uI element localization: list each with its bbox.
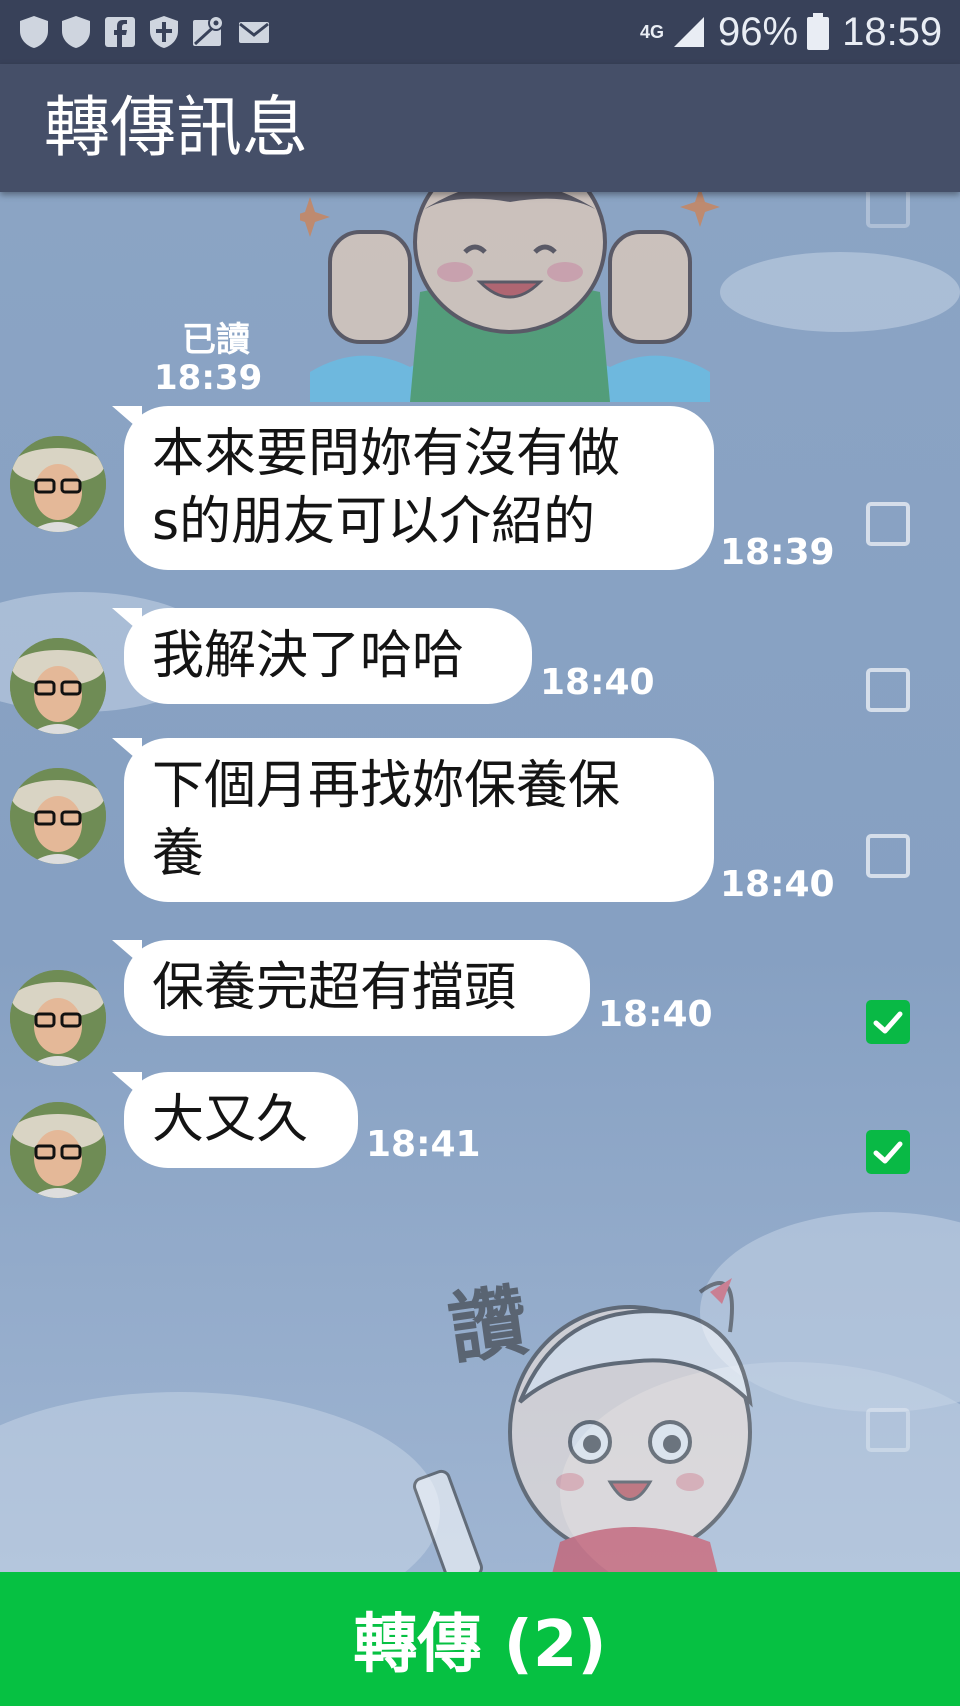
network-type: 4G — [640, 21, 665, 42]
avatar[interactable] — [10, 638, 106, 734]
avatar[interactable] — [10, 1102, 106, 1198]
read-receipt-label: 已讀 — [182, 320, 250, 360]
status-bar: 4G 96% 18:59 — [0, 0, 960, 64]
background-cloud — [0, 1392, 440, 1572]
message-time: 18:41 — [366, 1124, 481, 1165]
message-bubble[interactable]: 下個月再找妳保養保 養 — [112, 738, 714, 902]
message-text-line: 養 — [152, 824, 205, 884]
message-time: 18:40 — [720, 864, 835, 905]
message-time: 18:40 — [540, 662, 655, 703]
message-text-line: 本來要問妳有沒有做 — [152, 424, 621, 484]
background-cloud — [720, 252, 960, 332]
battery-percent: 96% — [718, 9, 799, 54]
message-text-line: 大又久 — [152, 1090, 309, 1150]
chat-area[interactable]: 已讀 18:39 本來要問妳有沒有做 s的朋友可以介紹的 18:39 我解決了哈… — [0, 192, 960, 1572]
avatar-image — [10, 768, 106, 864]
clock: 18:59 — [842, 9, 943, 54]
sticker-like-girl: 讚 — [413, 1276, 753, 1572]
read-receipt-time: 18:39 — [154, 358, 263, 398]
message-time: 18:40 — [598, 994, 713, 1035]
app-header: 轉傳訊息 — [0, 64, 960, 192]
avatar[interactable] — [10, 768, 106, 864]
message-text-line: 我解決了哈哈 — [152, 626, 465, 686]
message-bubble[interactable]: 本來要問妳有沒有做 s的朋友可以介紹的 — [112, 406, 714, 570]
sticker-thumbs-up — [300, 192, 720, 402]
avatar-image — [10, 970, 106, 1066]
avatar-image — [10, 1102, 106, 1198]
message-time: 18:39 — [720, 532, 835, 573]
avatar[interactable] — [10, 436, 106, 532]
facebook-icon — [105, 17, 135, 47]
message-checkbox[interactable] — [866, 668, 910, 712]
message-checkbox-checked[interactable] — [866, 1000, 910, 1044]
sticker-text: 讚 — [443, 1276, 533, 1376]
security-shield-icon — [150, 16, 178, 48]
shield-icon — [20, 16, 48, 48]
message-bubble[interactable]: 我解決了哈哈 — [112, 608, 532, 704]
message-checkbox-checked[interactable] — [866, 1130, 910, 1174]
message-bubble[interactable]: 大又久 — [112, 1072, 358, 1168]
avatar-image — [10, 638, 106, 734]
message-checkbox[interactable] — [866, 1408, 910, 1452]
shield-icon — [62, 16, 90, 48]
message-bubble[interactable]: 保養完超有擋頭 — [112, 940, 590, 1036]
message-text-line: 保養完超有擋頭 — [152, 958, 517, 1018]
page-title: 轉傳訊息 — [44, 89, 308, 166]
message-text-line: s的朋友可以介紹的 — [152, 492, 596, 552]
checkmark-icon — [873, 1011, 903, 1034]
checkmark-icon — [873, 1141, 903, 1164]
signal-icon — [674, 17, 705, 47]
mail-icon — [239, 22, 269, 43]
avatar[interactable] — [10, 970, 106, 1066]
avatar-image — [10, 436, 106, 532]
battery-icon — [807, 13, 830, 50]
maps-icon — [193, 15, 224, 46]
message-checkbox[interactable] — [866, 192, 910, 228]
message-checkbox[interactable] — [866, 834, 910, 878]
message-checkbox[interactable] — [866, 502, 910, 546]
forward-button[interactable]: 轉傳 (2) — [0, 1572, 960, 1706]
message-text-line: 下個月再找妳保養保 — [152, 756, 621, 816]
